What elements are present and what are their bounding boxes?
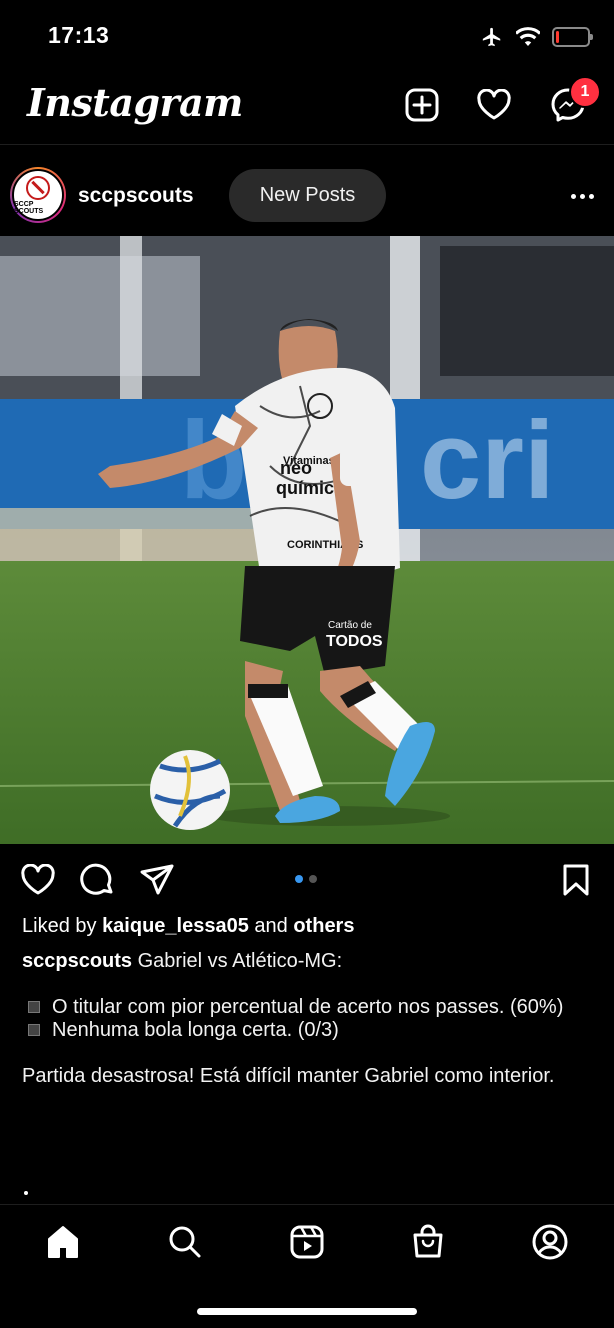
likes-text: Liked by kaique_lessa05 and others [22,915,354,938]
instagram-logo[interactable]: Instagram [27,80,243,125]
battery-icon [552,27,593,47]
avatar[interactable]: SCCP SCOUTS [10,167,66,223]
liked-by-user[interactable]: kaique_lessa05 [102,915,249,937]
heart-outline-icon [21,864,55,895]
share-button[interactable] [137,860,177,900]
avatar-image: SCCP SCOUTS [12,169,64,221]
home-icon [48,1226,78,1258]
tab-home[interactable] [41,1220,85,1264]
bullet-icon [28,1023,40,1036]
caption-title: Gabriel vs Atlético-MG: [137,950,343,972]
status-time: 17:13 [48,22,110,48]
svg-text:cri: cri [420,399,555,522]
bookmark-icon [563,864,589,896]
comment-icon [80,863,113,895]
activity-button[interactable] [474,85,514,125]
caption-bullet-2: Nenhuma bola longa certa. (0/3) [52,1019,339,1041]
svg-text:Cartão de: Cartão de [328,620,372,631]
status-icons [480,26,593,48]
like-button[interactable] [18,860,58,900]
tab-search[interactable] [163,1220,207,1264]
plus-square-icon [405,88,439,122]
carousel-indicator [295,875,317,883]
caption-username[interactable]: sccpscouts [22,950,132,972]
svg-text:neo: neo [280,458,312,478]
likes-others[interactable]: others [293,915,354,937]
messages-badge: 1 [569,76,601,108]
bullet-icon [28,1000,40,1013]
send-icon [140,864,174,895]
caption-closing: Partida desastrosa! Está difícil manter … [22,1065,555,1087]
caption-trailing-dot [24,1191,28,1195]
carousel-dot [295,875,303,883]
home-indicator[interactable] [197,1308,417,1315]
save-button[interactable] [556,860,596,900]
likes-middle: and [254,915,288,937]
crest-icon [26,175,50,200]
comment-button[interactable] [78,860,118,900]
post-username[interactable]: sccpscouts [78,184,194,208]
wifi-icon [516,27,540,46]
airplane-icon [482,27,501,47]
avatar-text: SCCP SCOUTS [14,200,44,215]
tab-profile[interactable] [528,1220,572,1264]
header-divider [0,144,614,145]
more-options-button[interactable] [566,186,598,206]
heart-icon [477,89,511,120]
shop-icon [413,1224,443,1258]
profile-icon [532,1224,568,1260]
tab-reels[interactable] [285,1220,329,1264]
post-caption: sccpscouts Gabriel vs Atlético-MG: O titu… [22,950,592,1088]
player-photo: bet cri Vitaminas neo química CORINTHIAN… [0,236,614,844]
caption-bullet-1: O titular com pior percentual de acerto … [52,996,564,1018]
svg-text:TODOS: TODOS [326,633,383,650]
new-post-button[interactable] [402,85,442,125]
post-photo[interactable]: bet cri Vitaminas neo química CORINTHIAN… [0,236,614,844]
tab-divider [0,1204,614,1205]
new-posts-button[interactable]: New Posts [229,169,386,222]
carousel-dot [309,875,317,883]
likes-prefix: Liked by [22,915,97,937]
search-icon [169,1226,201,1258]
reels-icon [290,1225,324,1259]
tab-shop[interactable] [406,1220,450,1264]
